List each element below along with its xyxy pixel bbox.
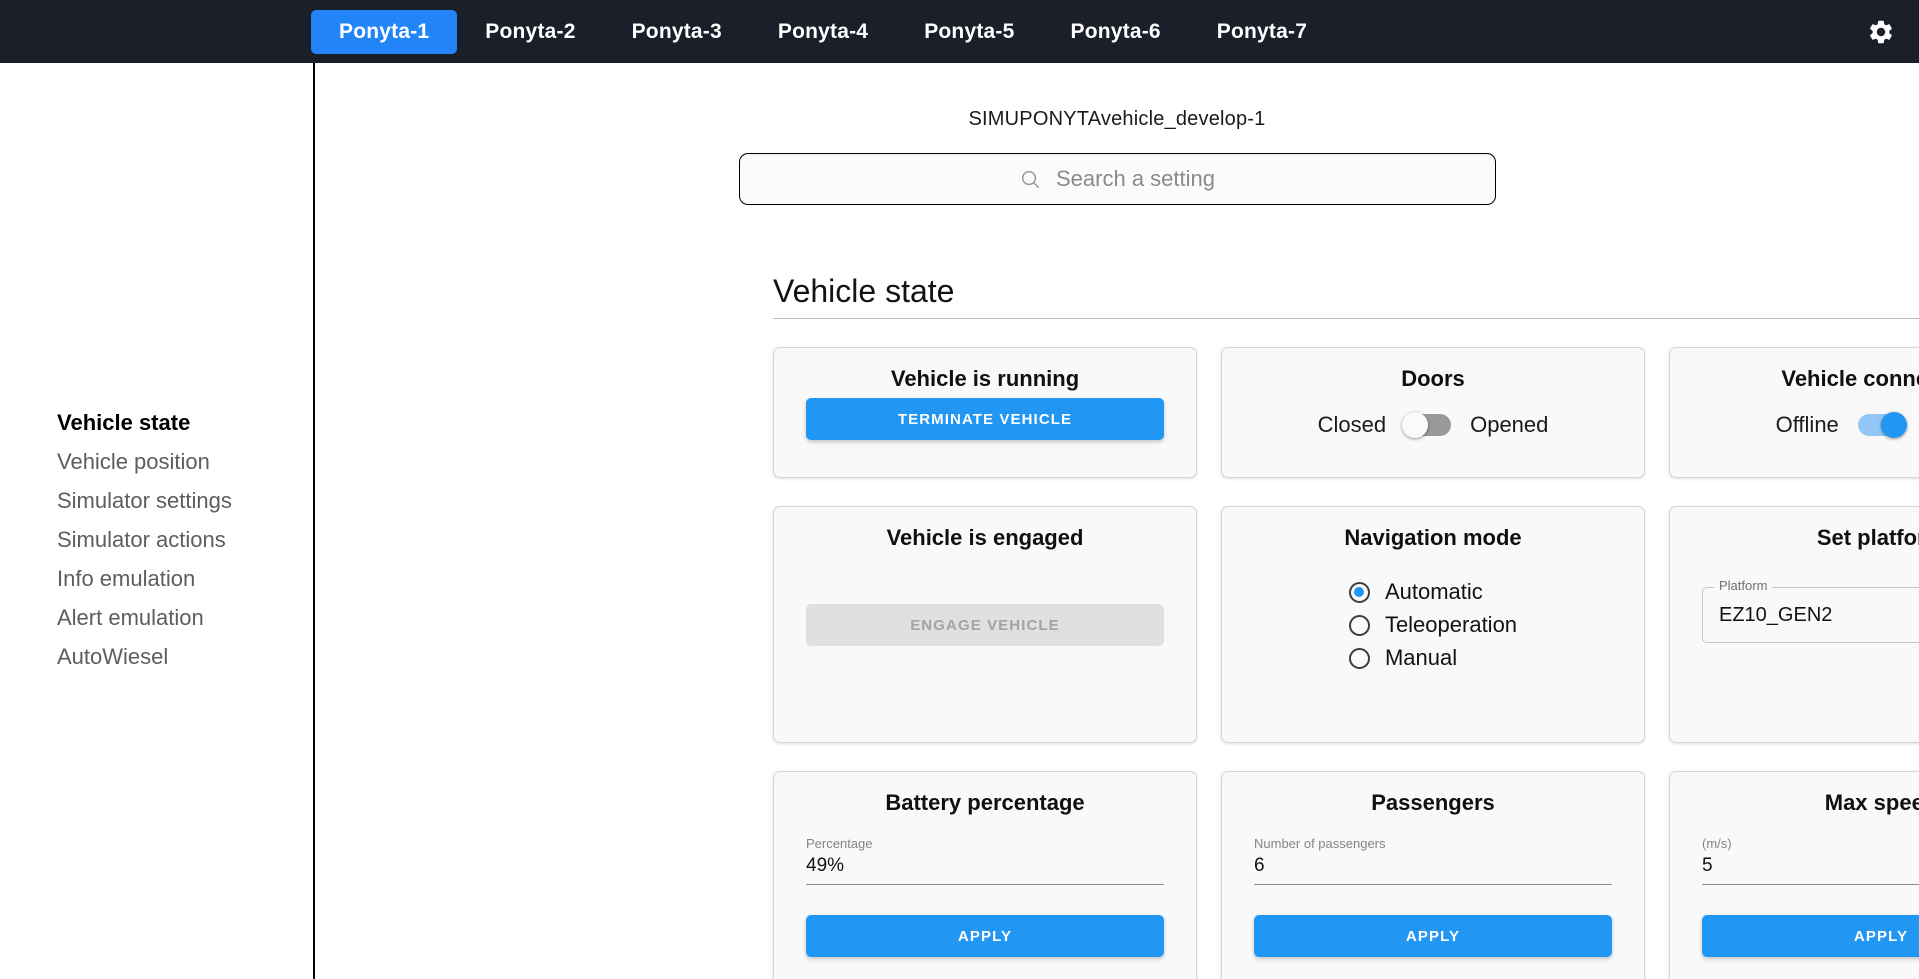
- settings-button[interactable]: [1861, 12, 1901, 52]
- connection-offline-label: Offline: [1775, 412, 1839, 437]
- card-vehicle-engaged: Vehicle is engaged ENGAGE VEHICLE: [773, 506, 1197, 743]
- max-speed-field: (m/s): [1702, 836, 1919, 885]
- radio-teleoperation[interactable]: Teleoperation: [1348, 612, 1518, 638]
- sidebar-navigation: Vehicle state Vehicle position Simulator…: [0, 63, 315, 979]
- sidebar-item-autowiesel[interactable]: AutoWiesel: [57, 637, 313, 676]
- passengers-field: Number of passengers: [1254, 836, 1612, 885]
- passengers-input[interactable]: [1254, 854, 1612, 885]
- radio-indicator: [1348, 581, 1370, 603]
- card-title: Set platform: [1816, 525, 1919, 550]
- search-icon: [1021, 170, 1040, 188]
- platform-select-wrapper: Platform EZ10_GEN2: [1702, 578, 1919, 643]
- max-speed-input[interactable]: [1702, 854, 1919, 885]
- platform-select-legend: Platform: [1714, 578, 1773, 593]
- sidebar-item-vehicle-position[interactable]: Vehicle position: [57, 442, 313, 481]
- platform-select[interactable]: EZ10_GEN2: [1702, 587, 1919, 643]
- tab-ponyta-3[interactable]: Ponyta-3: [604, 10, 750, 54]
- toggle-knob: [1880, 412, 1907, 438]
- battery-percentage-input[interactable]: [806, 854, 1164, 885]
- search-area: Search a setting: [315, 153, 1919, 205]
- radio-label: Manual: [1384, 645, 1458, 670]
- doors-opened-label: Opened: [1470, 412, 1549, 437]
- tab-ponyta-7[interactable]: Ponyta-7: [1189, 10, 1335, 54]
- card-title: Battery percentage: [885, 790, 1085, 815]
- sidebar-item-vehicle-state[interactable]: Vehicle state: [57, 403, 313, 442]
- radio-label: Automatic: [1384, 579, 1483, 604]
- card-grid: Vehicle is running TERMINATE VEHICLE Doo…: [773, 347, 1919, 979]
- card-title: Doors: [1401, 366, 1465, 391]
- engage-vehicle-button[interactable]: ENGAGE VEHICLE: [806, 604, 1164, 646]
- battery-apply-button[interactable]: APPLY: [806, 915, 1164, 957]
- sidebar-item-info-emulation[interactable]: Info emulation: [57, 559, 313, 598]
- tab-strip: Ponyta-1 Ponyta-2 Ponyta-3 Ponyta-4 Pony…: [311, 9, 1335, 54]
- section-title: Vehicle state: [773, 273, 1919, 319]
- gear-icon: [1870, 20, 1892, 43]
- radio-automatic[interactable]: Automatic: [1348, 579, 1517, 605]
- tab-ponyta-2[interactable]: Ponyta-2: [457, 10, 603, 54]
- card-doors: Doors Closed Opened: [1221, 347, 1645, 478]
- search-placeholder: Search a setting: [1056, 166, 1215, 191]
- battery-field-label: Percentage: [806, 836, 873, 851]
- top-navigation-bar: Ponyta-1 Ponyta-2 Ponyta-3 Ponyta-4 Pony…: [0, 0, 1919, 63]
- navigation-mode-radio-group: Automatic Teleoperation Manual: [1348, 579, 1518, 671]
- card-set-platform: Set platform Platform EZ10_GEN2: [1669, 506, 1919, 743]
- platform-select-value: EZ10_GEN2: [1719, 603, 1833, 626]
- card-title: Navigation mode: [1344, 525, 1522, 550]
- card-vehicle-running: Vehicle is running TERMINATE VEHICLE: [773, 347, 1197, 478]
- app-shell: Vehicle state Vehicle position Simulator…: [0, 63, 1919, 979]
- page-title: SIMUPONYTAvehicle_develop-1: [968, 108, 1266, 130]
- radio-indicator: [1348, 647, 1370, 669]
- tab-ponyta-4[interactable]: Ponyta-4: [750, 10, 896, 54]
- card-title: Vehicle connection: [1781, 366, 1919, 391]
- doors-toggle-row: Closed Opened: [1317, 412, 1549, 438]
- max-speed-apply-button[interactable]: APPLY: [1702, 915, 1919, 957]
- vehicle-connection-toggle[interactable]: [1857, 412, 1907, 438]
- max-speed-field-label: (m/s): [1702, 836, 1732, 851]
- toggle-knob: [1402, 412, 1429, 438]
- card-title: Max speed: [1824, 790, 1919, 815]
- card-passengers: Passengers Number of passengers APPLY: [1221, 771, 1645, 979]
- doors-toggle[interactable]: [1402, 412, 1452, 438]
- sidebar-item-simulator-settings[interactable]: Simulator settings: [57, 481, 313, 520]
- passengers-field-label: Number of passengers: [1254, 836, 1386, 851]
- card-title: Vehicle is engaged: [886, 525, 1084, 550]
- sidebar-item-simulator-actions[interactable]: Simulator actions: [57, 520, 313, 559]
- terminate-vehicle-button[interactable]: TERMINATE VEHICLE: [806, 398, 1164, 440]
- radio-indicator: [1348, 614, 1370, 636]
- card-title: Vehicle is running: [890, 366, 1080, 391]
- radio-label: Teleoperation: [1384, 612, 1518, 637]
- card-max-speed: Max speed (m/s) APPLY: [1669, 771, 1919, 979]
- card-title: Passengers: [1371, 790, 1495, 815]
- radio-manual[interactable]: Manual: [1348, 645, 1517, 671]
- connection-toggle-row: Offline Online: [1776, 412, 1919, 438]
- battery-field: Percentage: [806, 836, 1164, 885]
- card-navigation-mode: Navigation mode Automatic Teleoperation: [1221, 506, 1645, 743]
- tab-ponyta-5[interactable]: Ponyta-5: [896, 10, 1042, 54]
- main-content: SIMUPONYTAvehicle_develop-1 Search a set…: [315, 63, 1919, 979]
- tab-ponyta-6[interactable]: Ponyta-6: [1042, 10, 1188, 54]
- search-input[interactable]: Search a setting: [738, 153, 1496, 205]
- passengers-apply-button[interactable]: APPLY: [1254, 915, 1612, 957]
- card-vehicle-connection: Vehicle connection Offline Online: [1669, 347, 1919, 478]
- card-battery-percentage: Battery percentage Percentage APPLY: [773, 771, 1197, 979]
- doors-closed-label: Closed: [1317, 412, 1387, 437]
- tab-ponyta-1[interactable]: Ponyta-1: [311, 9, 458, 54]
- sidebar-item-alert-emulation[interactable]: Alert emulation: [57, 598, 313, 637]
- vehicle-state-section: Vehicle state Vehicle is running TERMINA…: [773, 273, 1919, 979]
